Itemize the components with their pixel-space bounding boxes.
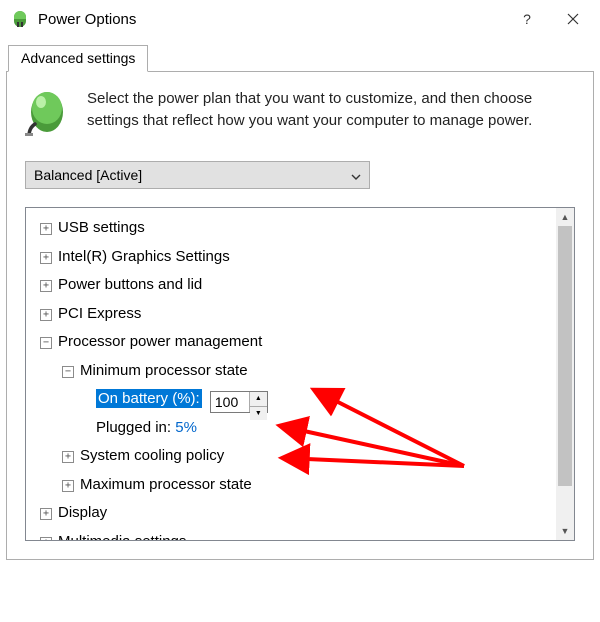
tree-scrollbar[interactable]: ▲ ▼ — [556, 208, 574, 540]
tree-item-maximum-processor-state[interactable]: +Maximum processor state — [30, 471, 570, 500]
collapse-icon[interactable]: − — [40, 337, 52, 349]
panel: Select the power plan that you want to c… — [6, 72, 594, 560]
tree-item-minimum-processor-state[interactable]: −Minimum processor state — [30, 357, 570, 386]
title-bar: Power Options ? — [0, 0, 600, 38]
plan-selected-label: Balanced [Active] — [34, 167, 142, 183]
window-title: Power Options — [38, 11, 504, 28]
power-plan-icon — [25, 88, 69, 139]
scroll-down-button[interactable]: ▼ — [556, 522, 574, 540]
close-button[interactable] — [550, 3, 596, 35]
on-battery-input[interactable] — [211, 392, 249, 412]
scroll-up-button[interactable]: ▲ — [556, 208, 574, 226]
tab-advanced-settings[interactable]: Advanced settings — [8, 45, 148, 72]
spinner-up-button[interactable]: ▲ — [250, 392, 267, 406]
on-battery-label: On battery (%): — [96, 389, 202, 408]
intro-text: Select the power plan that you want to c… — [87, 88, 575, 139]
tree-item-power-buttons-lid[interactable]: +Power buttons and lid — [30, 271, 570, 300]
scroll-track[interactable] — [556, 226, 574, 522]
setting-on-battery[interactable]: On battery (%): ▲ ▼ — [30, 385, 570, 414]
plan-select[interactable]: Balanced [Active] — [25, 161, 370, 189]
expand-icon[interactable]: + — [40, 537, 52, 541]
plugged-in-value[interactable]: 5% — [175, 419, 197, 436]
expand-icon[interactable]: + — [40, 223, 52, 235]
tree-item-system-cooling-policy[interactable]: +System cooling policy — [30, 442, 570, 471]
expand-icon[interactable]: + — [40, 309, 52, 321]
on-battery-spinner[interactable]: ▲ ▼ — [210, 391, 268, 413]
tree-item-intel-graphics[interactable]: +Intel(R) Graphics Settings — [30, 243, 570, 272]
setting-plugged-in[interactable]: Plugged in: 5% — [30, 414, 570, 443]
intro-row: Select the power plan that you want to c… — [25, 88, 575, 139]
scroll-thumb[interactable] — [558, 226, 572, 486]
tree-item-pci-express[interactable]: +PCI Express — [30, 300, 570, 329]
tree-item-multimedia-settings[interactable]: +Multimedia settings — [30, 528, 570, 541]
spinner-down-button[interactable]: ▼ — [250, 407, 267, 420]
tree-item-display[interactable]: +Display — [30, 499, 570, 528]
expand-icon[interactable]: + — [40, 252, 52, 264]
expand-icon[interactable]: + — [62, 451, 74, 463]
tab-strip: Advanced settings — [6, 44, 594, 72]
app-icon — [10, 9, 30, 29]
help-button[interactable]: ? — [504, 3, 550, 35]
collapse-icon[interactable]: − — [62, 366, 74, 378]
expand-icon[interactable]: + — [40, 280, 52, 292]
expand-icon[interactable]: + — [40, 508, 52, 520]
plugged-in-label: Plugged in: — [96, 419, 171, 436]
settings-tree: +USB settings +Intel(R) Graphics Setting… — [25, 207, 575, 541]
expand-icon[interactable]: + — [62, 480, 74, 492]
tree-item-processor-power-management[interactable]: −Processor power management — [30, 328, 570, 357]
tree-item-usb-settings[interactable]: +USB settings — [30, 214, 570, 243]
chevron-down-icon — [351, 167, 361, 183]
